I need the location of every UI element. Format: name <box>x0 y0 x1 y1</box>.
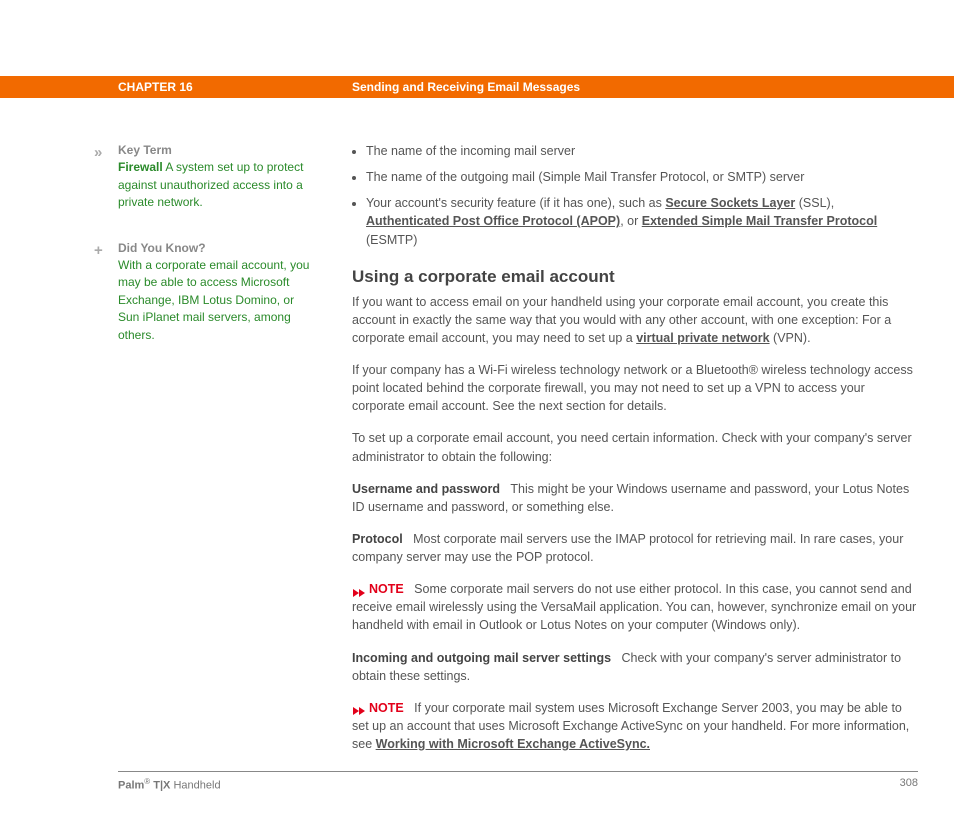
header-right-accent <box>918 76 954 98</box>
section-heading: Using a corporate email account <box>352 267 918 287</box>
list-item: The name of the outgoing mail (Simple Ma… <box>366 168 918 186</box>
product-model: T|X <box>150 780 170 792</box>
list-item: Your account's security feature (if it h… <box>366 194 918 248</box>
note: NOTE Some corporate mail servers do not … <box>352 580 918 634</box>
key-term-term: Firewall <box>118 160 163 174</box>
key-term-marker-icon: » <box>94 142 102 164</box>
product-type: Handheld <box>170 780 220 792</box>
note-label: NOTE <box>369 582 404 596</box>
link-ssl[interactable]: Secure Sockets Layer <box>665 196 795 210</box>
product-brand: Palm <box>118 780 144 792</box>
did-you-know-block: + Did You Know? With a corporate email a… <box>118 240 318 344</box>
link-vpn[interactable]: virtual private network <box>636 331 769 345</box>
note-body: Some corporate mail servers do not use e… <box>352 582 916 632</box>
definition: Incoming and outgoing mail server settin… <box>352 649 918 685</box>
chapter-label: CHAPTER 16 <box>118 80 352 94</box>
key-term-block: » Key Term Firewall A system set up to p… <box>118 142 318 212</box>
bullet-text: The name of the outgoing mail (Simple Ma… <box>366 170 804 184</box>
header-main: CHAPTER 16 Sending and Receiving Email M… <box>118 76 918 98</box>
bullet-text-mid2: , or <box>620 214 642 228</box>
bullet-list: The name of the incoming mail server The… <box>352 142 918 249</box>
did-you-know-heading: Did You Know? <box>118 241 206 255</box>
p1-post: (VPN). <box>770 331 811 345</box>
def-label-username: Username and password <box>352 482 500 496</box>
definition: Protocol Most corporate mail servers use… <box>352 530 918 566</box>
note-icon <box>352 703 366 713</box>
def-label-protocol: Protocol <box>352 532 403 546</box>
def-body-protocol: Most corporate mail servers use the IMAP… <box>352 532 903 564</box>
chapter-title: Sending and Receiving Email Messages <box>352 80 580 94</box>
did-you-know-marker-icon: + <box>94 240 103 262</box>
list-item: The name of the incoming mail server <box>366 142 918 160</box>
bullet-text-pre: Your account's security feature (if it h… <box>366 196 665 210</box>
link-activesync[interactable]: Working with Microsoft Exchange ActiveSy… <box>376 737 650 751</box>
page-header: CHAPTER 16 Sending and Receiving Email M… <box>0 76 954 98</box>
footer-rule <box>118 771 918 772</box>
paragraph: To set up a corporate email account, you… <box>352 429 918 465</box>
bullet-text: The name of the incoming mail server <box>366 144 575 158</box>
page-number: 308 <box>900 777 918 792</box>
sidebar: » Key Term Firewall A system set up to p… <box>118 142 352 767</box>
note-label: NOTE <box>369 701 404 715</box>
link-apop[interactable]: Authenticated Post Office Protocol (APOP… <box>366 214 620 228</box>
product-name: Palm® T|X Handheld <box>118 777 221 792</box>
note: NOTE If your corporate mail system uses … <box>352 699 918 753</box>
main-content: The name of the incoming mail server The… <box>352 142 918 767</box>
bullet-text-mid1: (SSL), <box>795 196 834 210</box>
link-esmtp[interactable]: Extended Simple Mail Transfer Protocol <box>642 214 877 228</box>
header-left-accent <box>0 76 118 98</box>
def-label-servers: Incoming and outgoing mail server settin… <box>352 651 611 665</box>
note-icon <box>352 585 366 595</box>
key-term-heading: Key Term <box>118 143 172 157</box>
definition: Username and password This might be your… <box>352 480 918 516</box>
paragraph: If you want to access email on your hand… <box>352 293 918 347</box>
paragraph: If your company has a Wi-Fi wireless tec… <box>352 361 918 415</box>
did-you-know-body: With a corporate email account, you may … <box>118 258 309 342</box>
bullet-text-post: (ESMTP) <box>366 233 417 247</box>
page-footer: Palm® T|X Handheld 308 <box>118 777 918 792</box>
